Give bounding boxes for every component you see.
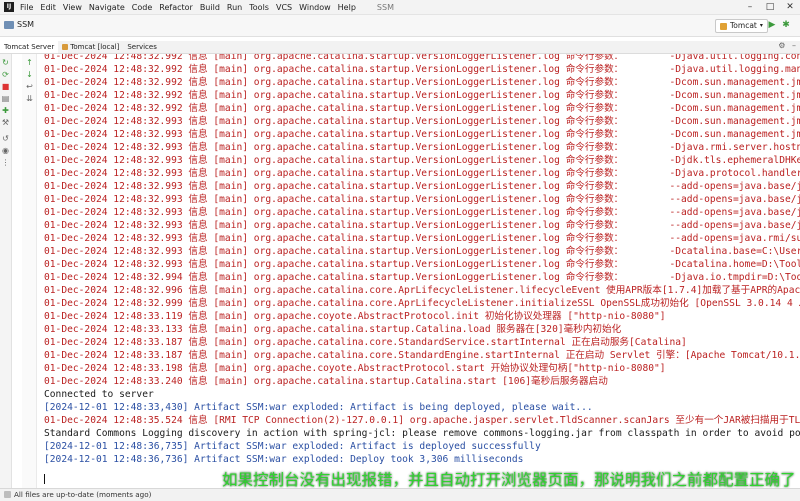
tab-tomcat-server[interactable]: Tomcat Server [0,41,59,53]
soft-wrap-icon[interactable]: ↩ [25,82,34,91]
run-configuration-select[interactable]: Tomcat ▾ [715,19,768,33]
console-output[interactable]: 01-Dec-2024 12:48:32.992 信息 [main] org.a… [37,54,800,488]
console-toolbar: ↑ ↓ ↩ ⇊ [22,54,37,488]
status-icon [4,491,11,498]
restore-layout-icon[interactable]: ▤ [1,94,10,103]
menu-file[interactable]: File [20,3,33,12]
console-line: 01-Dec-2024 12:48:32.993 信息 [main] org.a… [44,207,800,218]
settings-icon[interactable]: ⚙ [778,41,785,50]
down-arrow-icon[interactable]: ↓ [25,70,34,79]
tool-window-tabs: Tomcat Server Tomcat [local] Services ⚙ … [0,41,800,54]
menu-help[interactable]: Help [338,3,356,12]
menu-vcs[interactable]: VCS [276,3,292,12]
console-line: 01-Dec-2024 12:48:33.187 信息 [main] org.a… [44,350,800,361]
menu-build[interactable]: Build [200,3,220,12]
refresh-icon[interactable]: ↺ [1,134,10,143]
console-line: 01-Dec-2024 12:48:32.996 信息 [main] org.a… [44,285,800,296]
menu-code[interactable]: Code [132,3,152,12]
left-toolbar: ↻ ⟳ ■ ▤ ✚ ⚒ ↺ ◉ ⋮ [0,54,12,488]
breadcrumb[interactable]: SSM [4,20,34,29]
console-line: 01-Dec-2024 12:48:32.993 信息 [main] org.a… [44,233,800,244]
stop-icon[interactable]: ■ [1,82,10,91]
tab-tomcat-server-label: Tomcat Server [4,43,55,51]
maximize-icon[interactable]: □ [760,0,780,14]
chevron-down-icon: ▾ [759,22,763,29]
console-caret [44,474,45,484]
console-line: 01-Dec-2024 12:48:32.993 信息 [main] org.a… [44,246,800,257]
console-line: 01-Dec-2024 12:48:32.993 信息 [main] org.a… [44,194,800,205]
wrench-icon[interactable]: ⚒ [1,118,10,127]
update-icon[interactable]: ⟳ [1,70,10,79]
tab-services-label: Services [127,43,157,51]
hide-icon[interactable]: – [792,41,796,50]
console-line: 01-Dec-2024 12:48:32.993 信息 [main] org.a… [44,142,800,153]
console-line: 01-Dec-2024 12:48:32.993 信息 [main] org.a… [44,155,800,166]
tomcat-icon [62,44,69,50]
menu-refactor[interactable]: Refactor [159,3,193,12]
console-line: 01-Dec-2024 12:48:32.994 信息 [main] org.a… [44,272,800,283]
console-line: 01-Dec-2024 12:48:33.240 信息 [main] org.a… [44,376,608,387]
menu-edit[interactable]: Edit [40,3,56,12]
console-line: 01-Dec-2024 12:48:32.993 信息 [main] org.a… [44,181,800,192]
console-line: 01-Dec-2024 12:48:33.198 信息 [main] org.a… [44,363,666,374]
deploy-icon[interactable]: ✚ [1,106,10,115]
tab-services[interactable]: Services [123,41,161,53]
menu-navigate[interactable]: Navigate [89,3,125,12]
console-line: 01-Dec-2024 12:48:32.993 信息 [main] org.a… [44,220,800,231]
console-line: 01-Dec-2024 12:48:32.992 信息 [main] org.a… [44,103,800,114]
menu-view[interactable]: View [63,3,82,12]
breadcrumb-project[interactable]: SSM [17,20,34,29]
console-line: 01-Dec-2024 12:48:32.993 信息 [main] org.a… [44,168,800,179]
console-line: Connected to server [44,389,154,400]
debug-icon[interactable]: ✱ [780,19,792,31]
status-message: All files are up-to-date (moments ago) [14,490,152,499]
console-line: 01-Dec-2024 12:48:33.187 信息 [main] org.a… [44,337,687,348]
menu-run[interactable]: Run [227,3,242,12]
console-line: 01-Dec-2024 12:48:32.993 信息 [main] org.a… [44,129,800,140]
up-arrow-icon[interactable]: ↑ [25,58,34,67]
app-logo-icon: IJ [4,2,14,12]
console-line: 01-Dec-2024 12:48:32.993 信息 [main] org.a… [44,116,800,127]
window-title: SSM [376,2,394,12]
console-line: 01-Dec-2024 12:48:33.119 信息 [main] org.a… [44,311,666,322]
more-icon[interactable]: ⋮ [1,158,10,167]
rerun-icon[interactable]: ↻ [1,58,10,67]
menu-window[interactable]: Window [299,3,331,12]
console-line: 01-Dec-2024 12:48:32.993 信息 [main] org.a… [44,259,800,270]
status-bar: All files are up-to-date (moments ago) [0,488,800,501]
console-line: 01-Dec-2024 12:48:32.999 信息 [main] org.a… [44,298,800,309]
tab-tomcat-local-label: Tomcat [local] [70,43,120,51]
minimize-icon[interactable]: – [740,0,760,14]
console-line: [2024-12-01 12:48:36,736] Artifact SSM:w… [44,454,524,465]
console-line: 01-Dec-2024 12:48:32.992 信息 [main] org.a… [44,77,800,88]
tool-window-actions: ⚙ – [778,41,796,50]
video-subtitle: 如果控制台没有出现报错，并且自动打开浏览器页面，那说明我们之前都配置正确了 [222,471,796,489]
tab-tomcat-local[interactable]: Tomcat [local] [58,41,123,53]
console-line: 01-Dec-2024 12:48:32.992 信息 [main] org.a… [44,90,800,101]
run-configuration-label: Tomcat [730,21,757,30]
close-icon[interactable]: ✕ [780,0,800,14]
menu-tools[interactable]: Tools [249,3,269,12]
console-line: 01-Dec-2024 12:48:35.524 信息 [RMI TCP Con… [44,415,800,426]
camera-icon[interactable]: ◉ [1,146,10,155]
folder-icon [4,20,14,29]
console-line: 01-Dec-2024 12:48:32.992 信息 [main] org.a… [44,54,800,62]
console-line: [2024-12-01 12:48:33,430] Artifact SSM:w… [44,402,593,413]
console-line: Standard Commons Logging discovery in ac… [44,428,800,439]
console-line: 01-Dec-2024 12:48:33.133 信息 [main] org.a… [44,324,622,335]
console-line: [2024-12-01 12:48:36,735] Artifact SSM:w… [44,441,541,452]
scroll-to-end-icon[interactable]: ⇊ [25,94,34,103]
title-bar: IJ File Edit View Navigate Code Refactor… [0,0,800,15]
navigation-bar: SSM Tomcat ▾ ▶ ✱ [0,15,800,37]
console-line: 01-Dec-2024 12:48:32.992 信息 [main] org.a… [44,64,800,75]
run-icon[interactable]: ▶ [766,19,778,31]
tomcat-icon [720,22,727,30]
